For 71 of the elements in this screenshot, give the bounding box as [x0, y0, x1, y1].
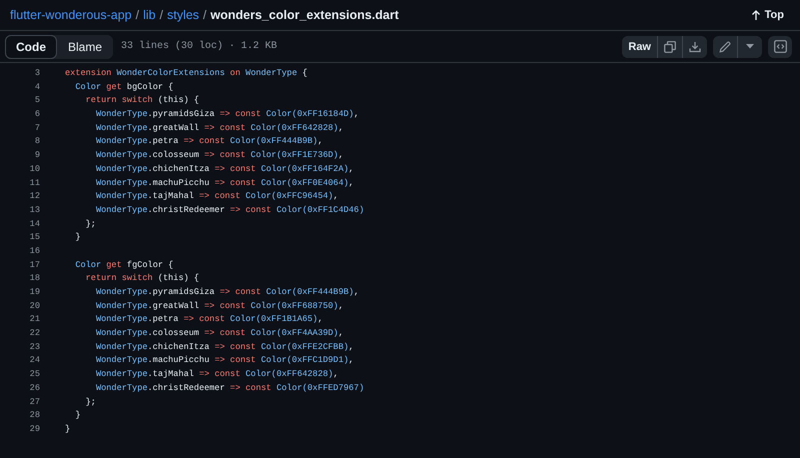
line-number: 9 — [34, 149, 40, 162]
caret-icon — [746, 44, 754, 49]
breadcrumb-link[interactable]: flutter-wonderous-app — [10, 8, 132, 22]
line-number: 23 — [28, 340, 40, 354]
line-number: 27 — [28, 396, 40, 408]
top-link[interactable]: Top — [746, 7, 788, 23]
code-line: Color get fgColor { — [74, 258, 174, 272]
breadcrumb-separator: / — [160, 8, 164, 22]
line-number: 7 — [34, 122, 40, 135]
line-number: 22 — [28, 327, 40, 340]
download-icon — [689, 40, 701, 52]
code-line: WonderType.machuPicchu => const Color(0xFF0E4064), — [94, 176, 354, 190]
line-number: 21 — [28, 313, 40, 326]
line-number: 26 — [28, 382, 40, 395]
code-line: }; — [84, 396, 96, 408]
file-info: 33 lines (30 loc) · 1.2 KB — [121, 41, 278, 52]
code-line: WonderType.tajMahal => const Color(0xFFC96454), — [94, 190, 338, 204]
code-line: WonderType.colosseum => const Color(0xFF4AA39D), — [94, 327, 344, 340]
view-tab[interactable]: Blame — [57, 34, 114, 58]
code-line: WonderType.greatWall => const Color(0xFF642828), — [94, 122, 344, 135]
code-line: } — [74, 231, 80, 244]
breadcrumb-link[interactable]: styles — [167, 8, 200, 22]
pencil-icon — [719, 40, 731, 52]
code-line: } — [65, 422, 70, 436]
line-number: 4 — [34, 80, 40, 94]
code-line: WonderType.tajMahal => const Color(0xFF642828), — [94, 368, 338, 382]
line-number: 17 — [28, 258, 40, 272]
code-line: Color get bgColor { — [74, 80, 174, 94]
line-number: 16 — [28, 244, 40, 258]
symbols-button[interactable] — [768, 36, 792, 58]
code-line: return switch (this) { — [84, 94, 200, 108]
code-line: WonderType.petra => const Color(0xFF444B9B), — [94, 135, 323, 148]
code-square-icon — [774, 40, 786, 53]
breadcrumb-separator: / — [203, 8, 207, 22]
code-line: WonderType.pyramidsGiza => const Color(0xFF444B9B), — [94, 286, 359, 299]
line-number: 24 — [28, 354, 40, 368]
code-line: WonderType.chichenItza => const Color(0xFFE2CFBB), — [94, 340, 354, 354]
line-number: 19 — [28, 286, 40, 299]
up-arrow-icon — [750, 10, 761, 20]
code-line: WonderType.christRedeemer => const Color(0xFF1C4D46) — [94, 204, 364, 217]
line-number: 12 — [28, 190, 40, 204]
line-number: 3 — [34, 67, 40, 80]
line-number: 25 — [28, 368, 40, 382]
line-number: 13 — [28, 204, 40, 217]
code-line: WonderType.christRedeemer => const Color(0xFFED7967) — [94, 382, 364, 395]
code-line: }; — [84, 218, 96, 231]
code-line: return switch (this) { — [84, 272, 200, 286]
copy-icon — [664, 40, 676, 52]
code-line: WonderType.petra => const Color(0xFF1B1A65), — [94, 313, 323, 326]
view-tab[interactable]: Code — [5, 34, 57, 58]
line-number: 10 — [28, 162, 40, 176]
code-line: WonderType.pyramidsGiza => const Color(0xFF16184D), — [94, 108, 359, 122]
line-number: 18 — [28, 272, 40, 286]
breadcrumb-link[interactable]: lib — [143, 8, 156, 22]
code-line: WonderType.colosseum => const Color(0xFF1E736D), — [94, 149, 344, 162]
line-number: 14 — [28, 218, 40, 231]
line-number: 15 — [28, 231, 40, 244]
breadcrumb-separator: / — [136, 8, 140, 22]
code-line: WonderType.greatWall => const Color(0xFF688750), — [94, 300, 344, 313]
line-number: 20 — [28, 300, 40, 313]
line-number: 6 — [34, 108, 40, 122]
code-line: WonderType.machuPicchu => const Color(0xFFC1D9D1), — [94, 354, 354, 368]
file-name: wonders_color_extensions.dart — [210, 8, 399, 22]
code-line: extension WonderColorExtensions on WonderType { — [65, 67, 308, 80]
line-number: 29 — [28, 422, 40, 436]
line-number: 5 — [34, 94, 40, 108]
code-line: WonderType.chichenItza => const Color(0xFF164F2A), — [94, 162, 354, 176]
line-number: 11 — [28, 176, 40, 190]
line-number: 28 — [28, 409, 40, 422]
code-line: } — [74, 409, 80, 422]
line-number: 8 — [34, 135, 40, 148]
